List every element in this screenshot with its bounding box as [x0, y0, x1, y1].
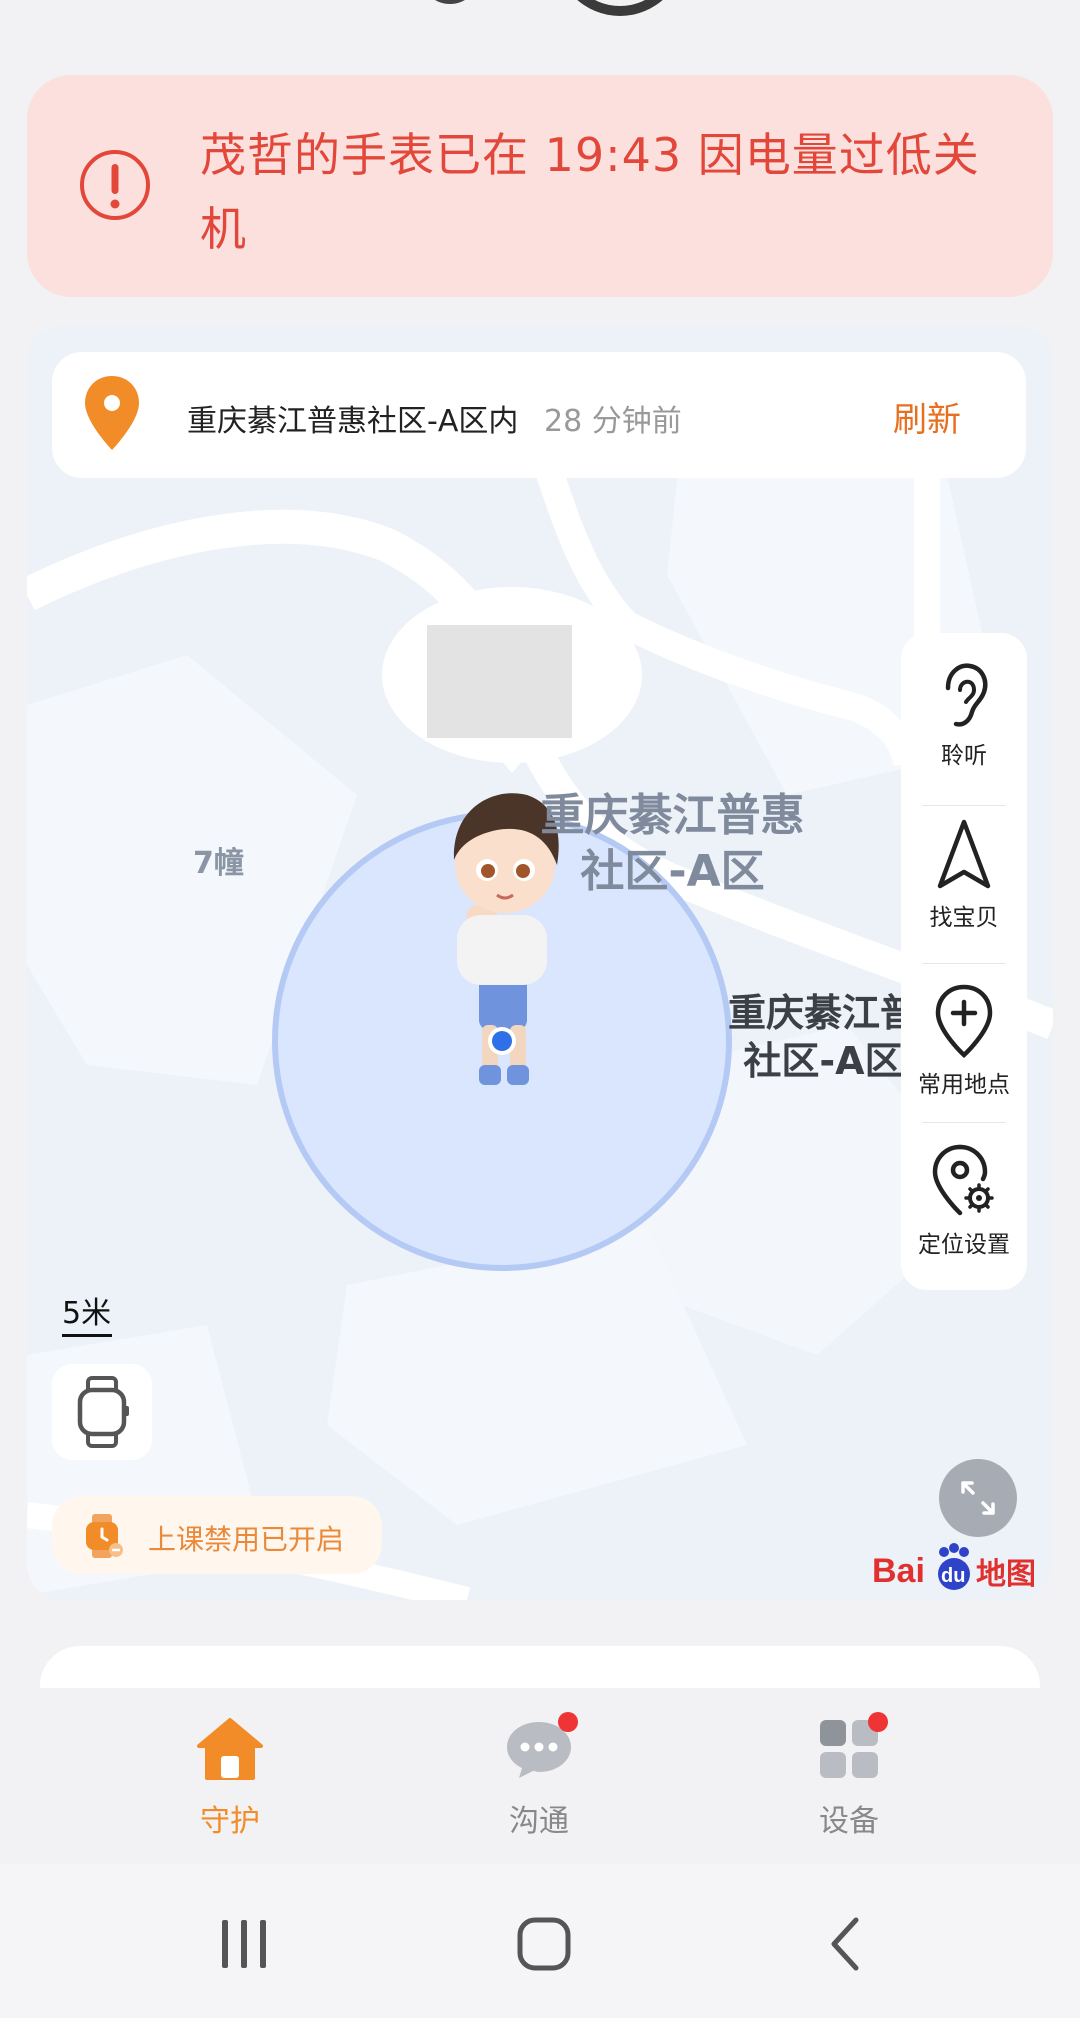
common-places-label: 常用地点	[918, 1072, 1010, 1098]
class-mode-label: 上课禁用已开启	[148, 1523, 345, 1556]
svg-text:Bai: Bai	[872, 1552, 925, 1590]
location-name: 重庆綦江普惠社区-A区内	[187, 404, 519, 439]
avatar-partial[interactable]	[420, 0, 480, 4]
location-pin-icon	[85, 376, 139, 450]
recent-apps-icon[interactable]	[214, 1916, 274, 1972]
divider	[922, 963, 1006, 964]
divider	[922, 805, 1006, 806]
divider	[922, 1122, 1006, 1123]
warning-icon	[80, 150, 150, 220]
svg-text:du: du	[941, 1565, 965, 1587]
location-settings-button[interactable]: 定位设置	[901, 1143, 1027, 1259]
navigation-arrow-icon	[937, 819, 991, 889]
map-label-community: 重庆綦江普惠 社区-A区	[530, 788, 815, 900]
location-time: 28 分钟前	[544, 404, 682, 439]
map-label-line: 社区-A区	[580, 846, 765, 897]
common-places-button[interactable]: 常用地点	[901, 983, 1027, 1099]
refresh-button[interactable]: 刷新	[893, 392, 961, 441]
back-icon[interactable]	[826, 1914, 866, 1974]
find-child-label: 找宝贝	[929, 905, 999, 931]
home-nav-icon[interactable]	[514, 1914, 574, 1974]
tab-chat[interactable]: 沟通	[459, 1716, 619, 1840]
map-label-line: 社区-A区	[743, 1039, 903, 1083]
expand-icon	[961, 1481, 995, 1515]
baidu-map-logo: Bai du 地图	[872, 1542, 1052, 1592]
chat-notification-badge	[558, 1712, 578, 1732]
map-label-building: 7幢	[193, 846, 244, 881]
tab-guard[interactable]: 守护	[150, 1716, 310, 1840]
watch-icon	[77, 1376, 129, 1448]
location-settings-label: 定位设置	[918, 1232, 1010, 1258]
map-label-line: 重庆綦江普惠	[540, 790, 805, 841]
map-scale: 5米	[62, 1296, 112, 1331]
map-label-community-secondary: 重庆綦江普 社区-A区	[723, 989, 923, 1085]
fullscreen-button[interactable]	[939, 1459, 1017, 1537]
location-settings-icon	[932, 1144, 994, 1216]
tab-chat-label: 沟通	[509, 1804, 569, 1839]
map-view[interactable]	[27, 325, 1053, 1600]
tab-guard-label: 守护	[200, 1804, 260, 1839]
map-label-line: 重庆綦江普	[727, 991, 918, 1035]
alert-message: 茂哲的手表已在 19:43 因电量过低关机	[200, 128, 980, 256]
tab-device-label: 设备	[819, 1804, 879, 1839]
map-scale-bar	[62, 1334, 112, 1337]
find-child-button[interactable]: 找宝贝	[901, 818, 1027, 932]
listen-label: 聆听	[941, 743, 987, 769]
listen-button[interactable]: 聆听	[901, 660, 1027, 770]
tab-device[interactable]: 设备	[769, 1716, 929, 1840]
device-notification-badge	[868, 1712, 888, 1732]
svg-text:地图: 地图	[976, 1557, 1036, 1592]
watch-locate-button[interactable]	[52, 1364, 152, 1460]
ear-icon	[945, 663, 988, 727]
watch-lock-icon	[86, 1514, 123, 1558]
home-icon	[197, 1718, 263, 1780]
avatar-partial-selected[interactable]	[555, 0, 685, 16]
location-plus-icon	[935, 984, 993, 1059]
